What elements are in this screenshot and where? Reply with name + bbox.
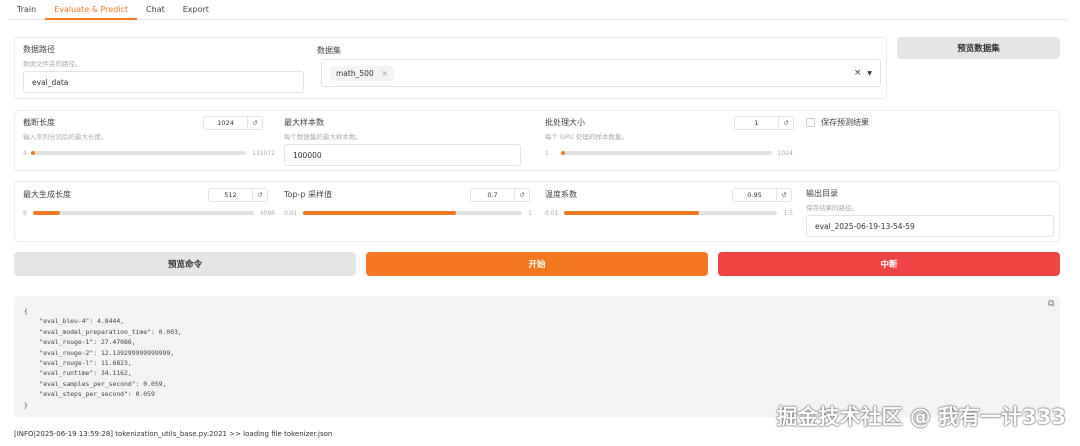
dataset-select[interactable]: math_500 × × ▼ — [321, 59, 881, 87]
dataset-dir-label: 数据路径 — [23, 45, 55, 54]
preview-command-button[interactable]: 预览命令 — [14, 252, 356, 276]
max-samples-input[interactable]: 100000 — [284, 144, 521, 166]
batch-size-desc: 每个 GPU 处理的样本数量。 — [545, 133, 628, 141]
dataset-chip-label: math_500 — [336, 68, 374, 78]
temperature-label: 温度系数 — [545, 190, 577, 199]
slider-min: 4 — [23, 149, 27, 157]
remove-chip-icon[interactable]: × — [382, 69, 388, 78]
batch-size-number[interactable]: 1 ↺ — [734, 116, 794, 130]
reset-icon[interactable]: ↺ — [253, 189, 267, 201]
output-dir-input[interactable]: eval_2025-06-19-13-54-59 — [806, 215, 1054, 237]
output-dir-group: 输出目录 保存结果的路径。 — [806, 188, 858, 212]
cutoff-slider[interactable]: 4 131072 — [23, 148, 275, 158]
max-samples-desc: 每个数据集的最大样本数。 — [284, 133, 362, 141]
log-line: [INFO|2025-06-19 13:59:28] tokenization_… — [14, 430, 333, 438]
max-new-tokens-slider[interactable]: 8 4096 — [23, 208, 275, 218]
params-panel-2: 最大生成长度 512 ↺ 8 4096 Top-p 采样值 0.7 ↺ 0.01 1 温… — [14, 181, 1060, 242]
params-panel-1: 截断长度 输入序列分词后的最大长度。 1024 ↺ 4 131072 最大样本数 每… — [14, 110, 1060, 171]
temperature-slider[interactable]: 0.01 1.5 — [545, 208, 793, 218]
slider-fill — [30, 151, 35, 155]
batch-size-slider[interactable]: 1 1024 — [545, 148, 793, 158]
slider-max: 1 — [528, 209, 532, 217]
abort-button[interactable]: 中断 — [718, 252, 1060, 276]
chevron-down-icon[interactable]: ▼ — [867, 70, 872, 77]
tab-export[interactable]: Export — [174, 0, 218, 20]
slider-max: 4096 — [259, 209, 275, 217]
reset-icon[interactable]: ↺ — [779, 117, 793, 129]
max-new-tokens-number[interactable]: 512 ↺ — [208, 188, 268, 202]
top-p-label: Top-p 采样值 — [284, 190, 333, 199]
predict-checkbox[interactable] — [806, 118, 815, 127]
slider-min: 8 — [23, 209, 27, 217]
slider-track[interactable] — [564, 211, 778, 215]
dataset-label: 数据集 — [317, 46, 341, 55]
batch-size-value[interactable]: 1 — [735, 117, 779, 129]
dataset-panel: 数据路径 数据文件夹的路径。 eval_data 数据集 math_500 × … — [14, 37, 887, 99]
slider-track[interactable] — [32, 211, 254, 215]
slider-min: 0.01 — [545, 209, 559, 217]
output-dir-desc: 保存结果的路径。 — [806, 204, 858, 212]
cutoff-label: 截断长度 — [23, 118, 55, 127]
tab-evaluate[interactable]: Evaluate & Predict — [45, 0, 138, 20]
top-p-slider[interactable]: 0.01 1 — [284, 208, 532, 218]
output-box: { "eval_bleu-4": 4.8444, "eval_model_pre… — [14, 296, 1060, 417]
batch-size-label: 批处理大小 — [545, 118, 585, 127]
top-p-value[interactable]: 0.7 — [471, 189, 515, 201]
tab-chat[interactable]: Chat — [137, 0, 174, 20]
predict-label: 保存预测结果 — [821, 118, 869, 127]
max-samples-label: 最大样本数 — [284, 118, 324, 127]
slider-fill — [303, 211, 456, 215]
reset-icon[interactable]: ↺ — [777, 189, 791, 201]
predict-checkbox-group[interactable]: 保存预测结果 — [806, 117, 869, 128]
cutoff-value[interactable]: 1024 — [204, 117, 248, 129]
cutoff-number[interactable]: 1024 ↺ — [203, 116, 263, 130]
slider-fill — [32, 211, 61, 215]
cutoff-desc: 输入序列分词后的最大长度。 — [23, 133, 108, 141]
slider-track[interactable] — [560, 151, 772, 155]
slider-min: 1 — [545, 149, 549, 157]
slider-max: 1.5 — [783, 209, 793, 217]
max-new-tokens-value[interactable]: 512 — [209, 189, 253, 201]
reset-icon[interactable]: ↺ — [248, 117, 262, 129]
temperature-value[interactable]: 0.95 — [733, 189, 777, 201]
temperature-number[interactable]: 0.95 ↺ — [732, 188, 792, 202]
clear-icon[interactable]: × — [854, 68, 862, 78]
preview-dataset-button[interactable]: 预览数据集 — [897, 37, 1060, 59]
slider-max: 131072 — [252, 149, 275, 157]
dataset-dir-desc: 数据文件夹的路径。 — [23, 60, 82, 68]
slider-max: 1024 — [777, 149, 793, 157]
max-samples-group: 最大样本数 每个数据集的最大样本数。 — [284, 117, 362, 141]
dataset-dir-group: 数据路径 数据文件夹的路径。 — [23, 44, 82, 68]
dataset-dir-input[interactable]: eval_data — [23, 71, 304, 93]
slider-fill — [560, 151, 565, 155]
slider-track[interactable] — [30, 151, 247, 155]
slider-min: 0.01 — [284, 209, 298, 217]
copy-icon[interactable]: ⧉ — [1048, 299, 1054, 309]
slider-fill — [564, 211, 699, 215]
batch-size-group: 批处理大小 每个 GPU 处理的样本数量。 — [545, 117, 628, 141]
output-dir-label: 输出目录 — [806, 189, 838, 198]
tab-bar: Train Evaluate & Predict Chat Export — [8, 0, 1068, 20]
tab-train[interactable]: Train — [8, 0, 45, 20]
watermark: 掘金技术社区 @ 我有一计333 — [776, 405, 1066, 429]
max-new-tokens-label: 最大生成长度 — [23, 190, 71, 199]
top-p-number[interactable]: 0.7 ↺ — [470, 188, 530, 202]
cutoff-group: 截断长度 输入序列分词后的最大长度。 — [23, 117, 108, 141]
dataset-chip: math_500 × — [330, 65, 394, 81]
start-button[interactable]: 开始 — [366, 252, 708, 276]
reset-icon[interactable]: ↺ — [515, 189, 529, 201]
slider-track[interactable] — [303, 211, 523, 215]
